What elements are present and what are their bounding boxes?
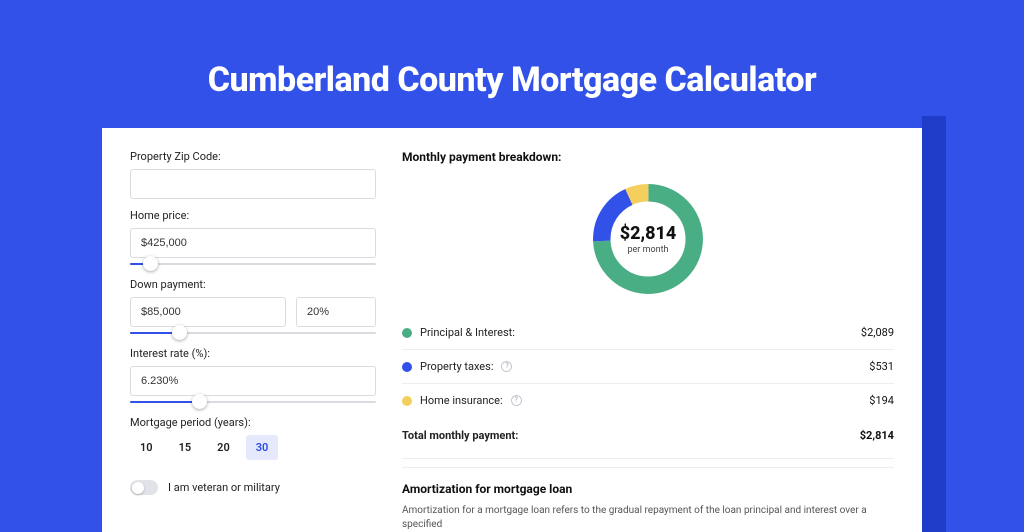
home-price-input[interactable] [130, 228, 376, 258]
breakdown-row-2: Home insurance:? $194 [402, 384, 894, 417]
period-option-20[interactable]: 20 [207, 435, 240, 460]
down-payment-input[interactable] [130, 297, 286, 327]
breakdown-column: Monthly payment breakdown: $2,814 per mo… [402, 150, 894, 532]
interest-rate-slider[interactable] [130, 398, 376, 406]
breakdown-amount: $531 [869, 360, 894, 373]
down-payment-slider[interactable] [130, 329, 376, 337]
period-option-10[interactable]: 10 [130, 435, 163, 460]
mortgage-period-group: 10152030 [130, 435, 376, 460]
period-option-30[interactable]: 30 [246, 435, 279, 460]
interest-rate-label: Interest rate (%): [130, 347, 376, 360]
period-option-15[interactable]: 15 [169, 435, 202, 460]
donut-center-amount: $2,814 [620, 223, 677, 244]
total-row: Total monthly payment: $2,814 [402, 417, 894, 459]
breakdown-amount: $2,089 [861, 326, 894, 339]
swatch-icon [402, 328, 412, 338]
info-icon[interactable]: ? [501, 361, 512, 372]
breakdown-row-1: Property taxes:? $531 [402, 350, 894, 384]
breakdown-row-0: Principal & Interest: $2,089 [402, 316, 894, 350]
mortgage-period-label: Mortgage period (years): [130, 416, 376, 429]
home-price-slider[interactable] [130, 260, 376, 268]
interest-rate-input[interactable] [130, 366, 376, 396]
home-price-label: Home price: [130, 209, 376, 222]
amortization-title: Amortization for mortgage loan [402, 467, 894, 496]
amortization-text: Amortization for a mortgage loan refers … [402, 504, 894, 532]
form-column: Property Zip Code: Home price: Down paym… [130, 150, 376, 532]
down-payment-pct-input[interactable] [296, 297, 376, 327]
breakdown-amount: $194 [869, 394, 894, 407]
breakdown-label: Property taxes: [420, 360, 493, 373]
breakdown-label: Home insurance: [420, 394, 503, 407]
total-label: Total monthly payment: [402, 429, 518, 442]
total-amount: $2,814 [860, 429, 894, 442]
swatch-icon [402, 396, 412, 406]
info-icon[interactable]: ? [511, 395, 522, 406]
zip-code-label: Property Zip Code: [130, 150, 376, 163]
page-title: Cumberland County Mortgage Calculator [0, 0, 1024, 128]
breakdown-title: Monthly payment breakdown: [402, 150, 894, 164]
zip-code-input[interactable] [130, 169, 376, 199]
calculator-card: Property Zip Code: Home price: Down paym… [102, 128, 922, 532]
breakdown-donut-chart: $2,814 per month [587, 178, 709, 300]
donut-center-sub: per month [627, 245, 668, 255]
swatch-icon [402, 362, 412, 372]
veteran-toggle[interactable] [130, 480, 158, 495]
breakdown-label: Principal & Interest: [420, 326, 515, 339]
veteran-label: I am veteran or military [168, 481, 280, 494]
down-payment-label: Down payment: [130, 278, 376, 291]
